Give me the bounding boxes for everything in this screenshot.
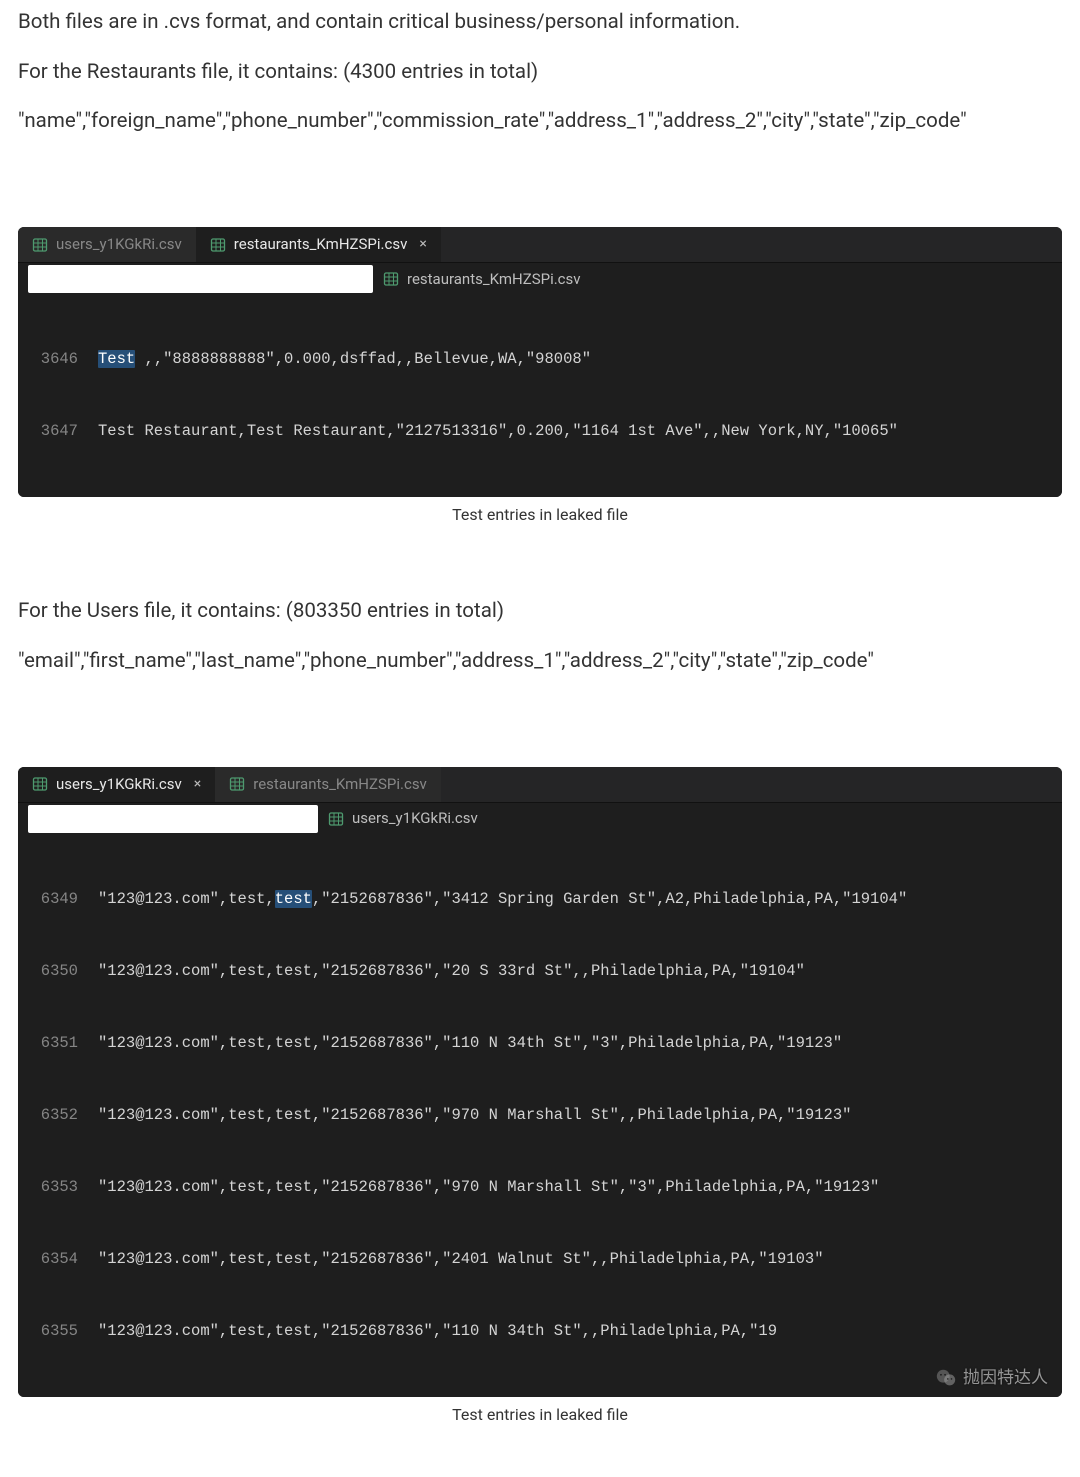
users-intro: For the Users file, it contains: (803350… bbox=[18, 597, 1062, 627]
line-number: 6352 bbox=[18, 1103, 98, 1127]
tab-users[interactable]: users_y1KGkRi.csv × bbox=[18, 767, 215, 802]
code-line: 3646 Test ,,"8888888888",0.000,dsffad,,B… bbox=[18, 347, 1062, 371]
csv-file-icon bbox=[32, 776, 48, 792]
figure-caption: Test entries in leaked file bbox=[18, 1403, 1062, 1427]
code-text: "123@123.com",test,test,"2152687836","97… bbox=[98, 1175, 1062, 1199]
path-filename: users_y1KGkRi.csv bbox=[352, 807, 478, 830]
tab-restaurants[interactable]: restaurants_KmHZSPi.csv bbox=[215, 767, 441, 802]
intro-paragraph: Both files are in .cvs format, and conta… bbox=[18, 8, 1062, 38]
code-text: "123@123.com",test,test,"2152687836","11… bbox=[98, 1031, 1062, 1055]
code-text: "123@123.com",test,test,"2152687836","11… bbox=[98, 1319, 1062, 1343]
code-text: "123@123.com",test,test,"2152687836","97… bbox=[98, 1103, 1062, 1127]
users-fields: "email","first_name","last_name","phone_… bbox=[18, 647, 1062, 677]
line-number: 6354 bbox=[18, 1247, 98, 1271]
restaurants-intro: For the Restaurants file, it contains: (… bbox=[18, 58, 1062, 88]
csv-file-icon bbox=[32, 237, 48, 253]
code-line: 6355 "123@123.com",test,test,"2152687836… bbox=[18, 1319, 1062, 1343]
line-number: 6355 bbox=[18, 1319, 98, 1343]
tab-label: restaurants_KmHZSPi.csv bbox=[234, 233, 408, 256]
breadcrumb-path: restaurants_KmHZSPi.csv bbox=[18, 263, 1062, 297]
highlight: test bbox=[275, 890, 312, 908]
line-number: 3646 bbox=[18, 347, 98, 371]
figure-caption: Test entries in leaked file bbox=[18, 503, 1062, 527]
tab-bar: users_y1KGkRi.csv × restaurants_KmHZSPi.… bbox=[18, 767, 1062, 803]
path-filename: restaurants_KmHZSPi.csv bbox=[407, 268, 581, 291]
close-icon[interactable]: × bbox=[194, 774, 201, 795]
csv-file-icon bbox=[229, 776, 245, 792]
editor-screenshot-restaurants: users_y1KGkRi.csv restaurants_KmHZSPi.cs… bbox=[18, 227, 1062, 497]
code-text: "123@123.com",test,test,"2152687836","20… bbox=[98, 959, 1062, 983]
line-number: 6350 bbox=[18, 959, 98, 983]
code-line: 6350 "123@123.com",test,test,"2152687836… bbox=[18, 959, 1062, 983]
tab-restaurants[interactable]: restaurants_KmHZSPi.csv × bbox=[196, 227, 441, 262]
restaurants-fields: "name","foreign_name","phone_number","co… bbox=[18, 107, 1062, 137]
csv-file-icon bbox=[210, 237, 226, 253]
code-line: 6351 "123@123.com",test,test,"2152687836… bbox=[18, 1031, 1062, 1055]
line-number: 6351 bbox=[18, 1031, 98, 1055]
code-line: 6353 "123@123.com",test,test,"2152687836… bbox=[18, 1175, 1062, 1199]
redacted-path bbox=[28, 805, 318, 833]
tab-label: users_y1KGkRi.csv bbox=[56, 233, 182, 256]
tab-bar: users_y1KGkRi.csv restaurants_KmHZSPi.cs… bbox=[18, 227, 1062, 263]
tab-users[interactable]: users_y1KGkRi.csv bbox=[18, 227, 196, 262]
highlight: Test bbox=[98, 350, 135, 368]
line-number: 6353 bbox=[18, 1175, 98, 1199]
code-line: 6352 "123@123.com",test,test,"2152687836… bbox=[18, 1103, 1062, 1127]
tab-label: restaurants_KmHZSPi.csv bbox=[253, 773, 427, 796]
code-text: "123@123.com",test,test,"2152687836","24… bbox=[98, 1247, 1062, 1271]
code-text: Test ,,"8888888888",0.000,dsffad,,Bellev… bbox=[98, 347, 1062, 371]
code-line: 6349 "123@123.com",test,test,"2152687836… bbox=[18, 887, 1062, 911]
csv-file-icon bbox=[383, 271, 399, 287]
code-area: 3646 Test ,,"8888888888",0.000,dsffad,,B… bbox=[18, 297, 1062, 497]
redacted-path bbox=[28, 265, 373, 293]
csv-file-icon bbox=[328, 811, 344, 827]
article-body: Both files are in .cvs format, and conta… bbox=[0, 0, 1080, 1477]
code-area: 6349 "123@123.com",test,test,"2152687836… bbox=[18, 837, 1062, 1397]
line-number: 6349 bbox=[18, 887, 98, 911]
editor-screenshot-users: users_y1KGkRi.csv × restaurants_KmHZSPi.… bbox=[18, 767, 1062, 1397]
code-text: "123@123.com",test,test,"2152687836","34… bbox=[98, 887, 1062, 911]
breadcrumb-path: users_y1KGkRi.csv bbox=[18, 803, 1062, 837]
line-number: 3647 bbox=[18, 419, 98, 443]
code-line: 3647 Test Restaurant,Test Restaurant,"21… bbox=[18, 419, 1062, 443]
tab-label: users_y1KGkRi.csv bbox=[56, 773, 182, 796]
code-line: 6354 "123@123.com",test,test,"2152687836… bbox=[18, 1247, 1062, 1271]
code-text: Test Restaurant,Test Restaurant,"2127513… bbox=[98, 419, 1062, 443]
close-icon[interactable]: × bbox=[419, 234, 426, 255]
